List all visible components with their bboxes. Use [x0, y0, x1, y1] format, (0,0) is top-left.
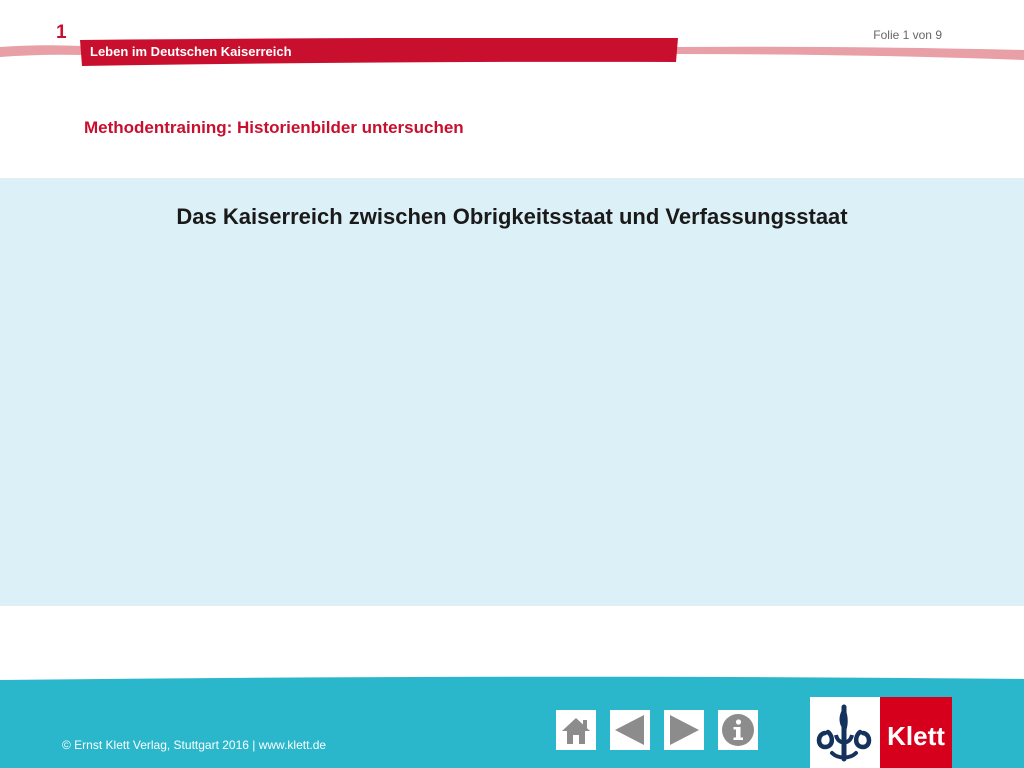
section-subtitle: Methodentraining: Historienbilder unters… [84, 118, 464, 137]
arrow-left-icon [615, 715, 644, 745]
klett-wordmark: Klett [887, 721, 945, 751]
content-area [0, 178, 1024, 606]
slide: 1 Folie 1 von 9 Leben im Deutschen Kaise… [0, 0, 1024, 768]
chapter-title: Leben im Deutschen Kaiserreich [90, 44, 292, 59]
klett-emblem-icon [816, 704, 872, 762]
copyright-text: © Ernst Klett Verlag, Stuttgart 2016 | w… [62, 738, 327, 752]
slide-title: Das Kaiserreich zwischen Obrigkeitsstaat… [176, 204, 848, 229]
home-icon [562, 718, 590, 744]
stripe-right-pale [676, 46, 1024, 60]
info-button[interactable] [718, 710, 758, 750]
info-icon [722, 714, 754, 746]
previous-button[interactable] [610, 710, 650, 750]
next-button[interactable] [664, 710, 704, 750]
klett-wordmark-box: Klett [880, 697, 952, 768]
klett-logo: Klett [810, 697, 952, 768]
home-button[interactable] [556, 710, 596, 750]
stripe-left-pale [0, 45, 82, 57]
arrow-right-icon [670, 715, 699, 745]
